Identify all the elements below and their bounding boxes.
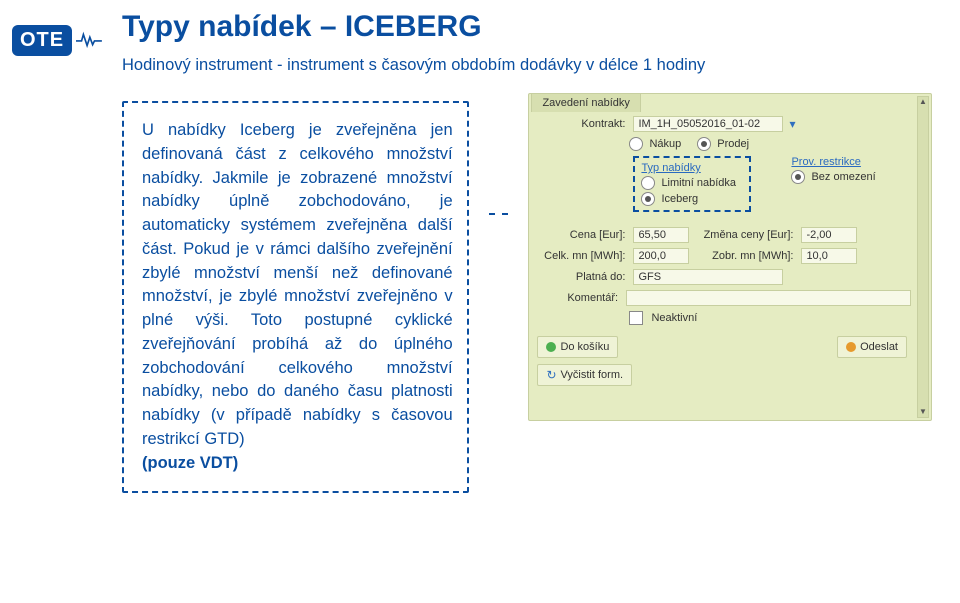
vycistit-button[interactable]: ↻ Vyčistit form.: [537, 364, 632, 386]
limitni-radio[interactable]: [641, 176, 655, 190]
nakup-label: Nákup: [649, 138, 681, 150]
do-kosiku-button[interactable]: Do košíku: [537, 336, 618, 358]
nakup-radio[interactable]: [629, 137, 643, 151]
callout-vdt-note: (pouze VDT): [142, 454, 238, 472]
kontrakt-field[interactable]: IM_1H_05052016_01-02: [633, 116, 783, 132]
iceberg-callout: U nabídky Iceberg je zveřejněna jen defi…: [122, 101, 469, 493]
typ-nabidky-link[interactable]: Typ nabídky: [641, 162, 743, 174]
neaktivni-label: Neaktivní: [651, 312, 697, 324]
do-kosiku-label: Do košíku: [560, 341, 609, 353]
bez-omezeni-radio[interactable]: [791, 170, 805, 184]
zobr-label: Zobr. mn [MWh]:: [693, 250, 797, 262]
refresh-icon: ↻: [546, 368, 556, 382]
form-tab[interactable]: Zavedení nabídky: [531, 93, 640, 112]
zmena-label: Změna ceny [Eur]:: [693, 229, 797, 241]
prov-restrikce-label: Prov. restrikce: [791, 156, 860, 168]
zmena-field[interactable]: -2,00: [801, 227, 857, 243]
page-subtitle: Hodinový instrument - instrument s časov…: [122, 56, 932, 75]
send-icon: [846, 342, 856, 352]
komentar-label: Komentář:: [537, 292, 622, 304]
order-form: Zavedení nabídky ▲ ▼ Kontrakt: IM_1H_050…: [528, 93, 932, 421]
zobr-field[interactable]: 10,0: [801, 248, 857, 264]
vycistit-label: Vyčistit form.: [561, 369, 624, 381]
scroll-up-icon[interactable]: ▲: [918, 97, 928, 107]
type-box: Typ nabídky Limitní nabídka Iceberg: [633, 156, 751, 212]
scroll-down-icon[interactable]: ▼: [918, 407, 928, 417]
odeslat-button[interactable]: Odeslat: [837, 336, 907, 358]
komentar-field[interactable]: [626, 290, 911, 306]
kontrakt-label: Kontrakt:: [537, 118, 629, 130]
limitni-label: Limitní nabídka: [661, 177, 736, 189]
cena-label: Cena [Eur]:: [537, 229, 629, 241]
callout-paragraph: U nabídky Iceberg je zveřejněna jen defi…: [142, 121, 453, 448]
plus-icon: [546, 342, 556, 352]
prodej-label: Prodej: [717, 138, 749, 150]
celk-field[interactable]: 200,0: [633, 248, 689, 264]
odeslat-label: Odeslat: [860, 341, 898, 353]
logo-text: OTE: [12, 25, 72, 56]
iceberg-radio[interactable]: [641, 192, 655, 206]
iceberg-label: Iceberg: [661, 193, 698, 205]
pulse-icon: [76, 31, 102, 49]
dropdown-icon[interactable]: ▾: [789, 117, 795, 131]
scrollbar[interactable]: ▲ ▼: [917, 96, 929, 418]
cena-field[interactable]: 65,50: [633, 227, 689, 243]
callout-connector: [489, 213, 509, 217]
logo: OTE: [12, 20, 102, 60]
celk-label: Celk. mn [MWh]:: [537, 250, 629, 262]
prodej-radio[interactable]: [697, 137, 711, 151]
platna-label: Platná do:: [537, 271, 629, 283]
neaktivni-checkbox[interactable]: [629, 311, 643, 325]
page-title: Typy nabídek – ICEBERG: [122, 10, 932, 44]
bez-omezeni-label: Bez omezení: [811, 171, 875, 183]
platna-field[interactable]: GFS: [633, 269, 783, 285]
